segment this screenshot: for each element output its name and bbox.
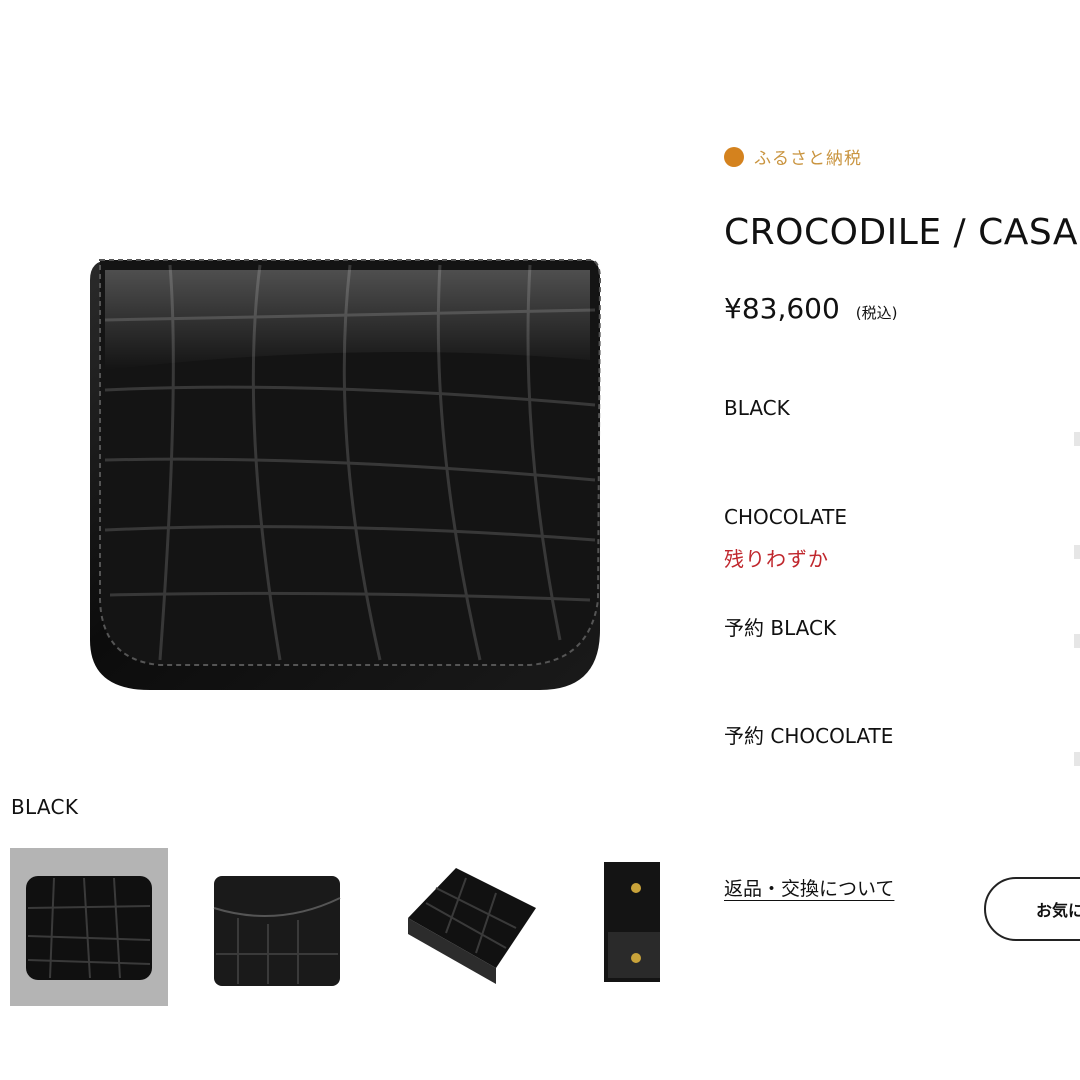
option-selector-edge[interactable] [1074, 634, 1080, 648]
circle-icon [724, 146, 744, 167]
option-preorder-chocolate[interactable]: 予約 CHOCOLATE [724, 720, 893, 749]
thumbnail-open[interactable] [574, 848, 660, 1006]
price: ¥83,600 [724, 292, 840, 325]
returns-exchange-link[interactable]: 返品・交換について [724, 874, 894, 901]
variant-caption: BLACK [11, 795, 79, 819]
low-stock-note: 残りわずか [724, 547, 829, 571]
option-selector-edge[interactable] [1074, 752, 1080, 766]
thumbnail-back[interactable] [198, 848, 356, 1006]
thumbnail-angle[interactable] [386, 848, 544, 1006]
tax-note: (税込) [855, 304, 898, 322]
product-main-image [60, 240, 620, 710]
product-title: CROCODILE / CASA [724, 212, 1079, 253]
option-preorder-black[interactable]: 予約 BLACK [724, 612, 836, 641]
option-selector-edge[interactable] [1074, 432, 1080, 446]
furusato-badge: ふるさと納税 [724, 144, 862, 169]
thumbnail-front[interactable] [10, 848, 168, 1006]
favorite-button-label: お気に入り [1036, 901, 1080, 920]
option-black[interactable]: BLACK [724, 396, 790, 420]
badge-label: ふるさと納税 [754, 149, 862, 169]
favorite-button[interactable]: お気に入り [984, 877, 1080, 941]
option-selector-edge[interactable] [1074, 545, 1080, 559]
price-row: ¥83,600 (税込) [724, 292, 898, 325]
option-chocolate[interactable]: CHOCOLATE [724, 505, 847, 529]
